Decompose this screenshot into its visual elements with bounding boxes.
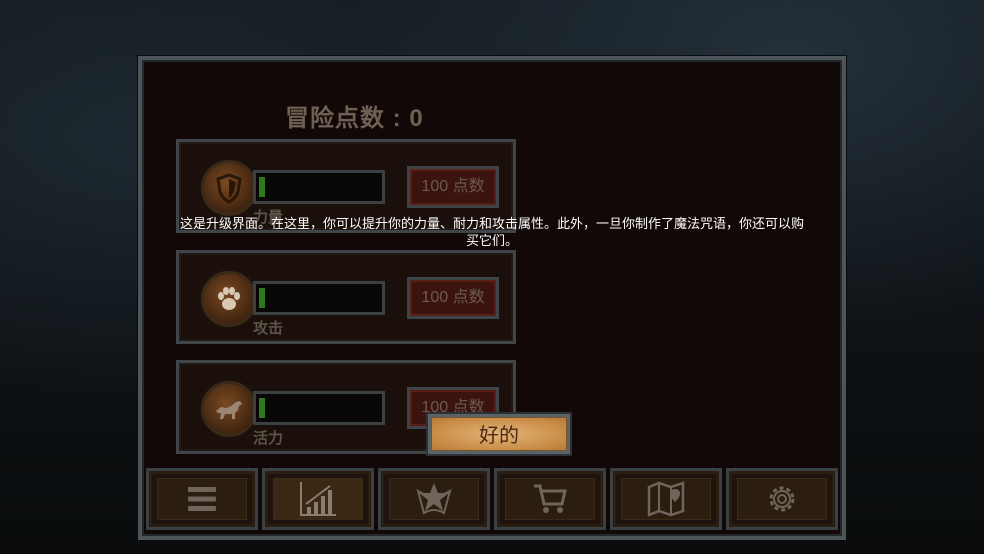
nav-map-button[interactable]: [610, 468, 722, 530]
tutorial-line-2: 买它们。: [465, 234, 518, 249]
buy-strength-button[interactable]: 100 点数: [407, 166, 499, 208]
nav-menu-button[interactable]: [146, 468, 258, 530]
vitality-progress-bar: [253, 391, 385, 425]
buy-attack-button[interactable]: 100 点数: [407, 277, 499, 319]
adventure-points-label: 冒险点数 : 0: [285, 105, 424, 132]
map-icon: [647, 481, 685, 517]
cart-icon: [534, 484, 567, 513]
bottom-nav: [146, 468, 838, 530]
spell-icon: [416, 483, 452, 515]
stat-row-attack: 攻击 100 点数: [176, 250, 516, 344]
strength-progress-bar: [253, 170, 385, 204]
nav-upgrade-button[interactable]: [262, 468, 374, 530]
gear-icon: [769, 486, 795, 512]
nav-shop-button[interactable]: [494, 468, 606, 530]
stats-chart-icon: [300, 482, 336, 516]
tutorial-message: 这是升级界面。在这里，你可以提升你的力量、耐力和攻击属性。此外，一旦你制作了魔法…: [140, 216, 844, 250]
paw-icon: [201, 271, 257, 327]
shield-icon: [201, 160, 257, 216]
tutorial-line-1: 这是升级界面。在这里，你可以提升你的力量、耐力和攻击属性。此外，一旦你制作了魔法…: [179, 217, 804, 232]
stat-label: 活力: [253, 430, 284, 447]
stat-label: 攻击: [253, 320, 284, 337]
cost-label: 100 点数: [421, 289, 485, 306]
nav-spells-button[interactable]: [378, 468, 490, 530]
cost-label: 100 点数: [421, 178, 485, 195]
ok-button[interactable]: 好的: [426, 412, 572, 456]
menu-icon: [188, 487, 216, 511]
nav-settings-button[interactable]: [726, 468, 838, 530]
attack-progress-bar: [253, 281, 385, 315]
ok-button-label: 好的: [431, 417, 567, 451]
wolf-icon: [201, 381, 257, 437]
